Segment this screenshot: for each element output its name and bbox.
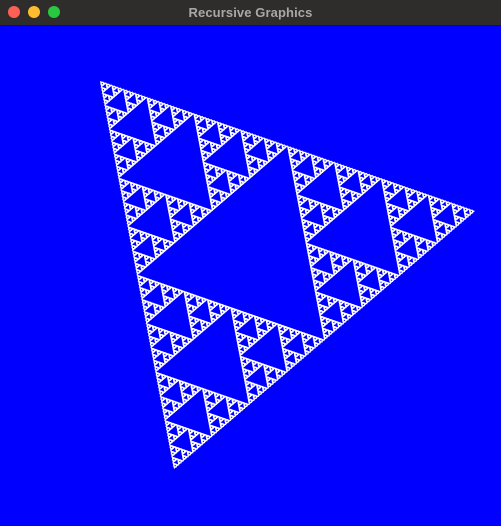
app-window: Recursive Graphics — [0, 0, 501, 526]
window-title: Recursive Graphics — [188, 5, 313, 20]
title-bar[interactable]: Recursive Graphics — [0, 0, 501, 26]
drawing-canvas — [0, 27, 501, 526]
sierpinski-triangle-drawing — [0, 27, 501, 526]
